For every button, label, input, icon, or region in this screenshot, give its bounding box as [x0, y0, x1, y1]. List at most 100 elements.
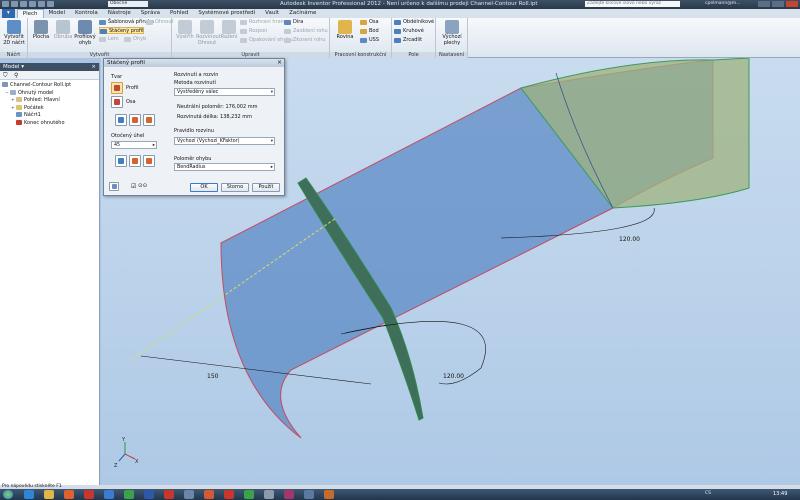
minimize-button[interactable] — [758, 1, 770, 7]
side-right-button[interactable] — [129, 114, 141, 126]
tab-systemove-prostredi[interactable]: Systémové prostředí — [193, 9, 260, 18]
app-icon[interactable] — [204, 490, 214, 499]
word-icon[interactable] — [144, 490, 154, 499]
help-search-input[interactable]: Zadejte klíčové slovo nebo výraz — [585, 1, 680, 7]
material-combo[interactable]: Obecné — [108, 1, 148, 7]
apply-button[interactable]: Použít — [252, 183, 280, 192]
model-browser: Model ▾ × ⛉ ⚲ Channel-Contour Roll.ipt −… — [0, 63, 100, 485]
chrome-icon[interactable] — [84, 490, 94, 499]
tree-item-part[interactable]: Channel-Contour Roll.ipt — [2, 82, 99, 90]
maximize-button[interactable] — [772, 1, 784, 7]
dimension-120-top[interactable]: 120.00 — [619, 236, 640, 243]
bend-button[interactable]: Ohyb — [124, 36, 146, 43]
cut-icon — [178, 20, 192, 34]
preview-checkbox[interactable]: ☑ — [131, 183, 136, 190]
plocha-button[interactable]: Plocha — [30, 20, 52, 41]
open-icon[interactable] — [20, 1, 27, 7]
rotation-angle-input[interactable]: 45 ▸ — [111, 141, 157, 149]
angle-dropdown-icon[interactable]: ▸ — [153, 142, 155, 149]
app-icon[interactable] — [124, 490, 134, 499]
profilovy-ohyb-button[interactable]: Profilový ohyb — [74, 20, 96, 46]
new-icon[interactable] — [11, 1, 18, 7]
app-icon[interactable] — [104, 490, 114, 499]
hole-button[interactable]: Díra — [284, 19, 303, 26]
bend-radius-input[interactable]: BendRadius ▸ — [174, 163, 275, 171]
explorer-icon[interactable] — [44, 490, 54, 499]
file-menu-button[interactable]: ▾ — [2, 9, 15, 18]
unfold-rule-select[interactable]: Výchozí (Výchozí_KFaktor) ▾ — [174, 137, 275, 145]
corner-chamfer-button[interactable]: Zkosení rohu — [284, 37, 325, 44]
app-icon[interactable] — [184, 490, 194, 499]
ucs-button[interactable]: USS — [360, 37, 379, 44]
help-button[interactable] — [109, 182, 119, 191]
app-icon[interactable] — [264, 490, 274, 499]
excel-icon[interactable] — [244, 490, 254, 499]
tree-item-view[interactable]: + Pohled: Hlavní — [2, 97, 99, 105]
dialog-close-icon[interactable]: × — [277, 59, 282, 67]
ok-button[interactable]: OK — [190, 183, 218, 192]
direction-1-button[interactable] — [115, 155, 127, 167]
tree-item-end-of-folded[interactable]: Konec ohnutého — [2, 119, 99, 128]
mirror-button[interactable]: Zrcadlit — [394, 37, 422, 44]
unfold-refold-button[interactable]: Rozvinout Ohnout — [196, 20, 221, 46]
obruba-button[interactable]: Obruba — [52, 20, 74, 41]
clock[interactable]: 13:49 — [773, 491, 787, 497]
dimension-150[interactable]: 150 — [207, 373, 219, 380]
ie-icon[interactable] — [24, 490, 34, 499]
rip-button[interactable]: Rozpon — [240, 28, 267, 35]
direction-symmetric-button[interactable] — [143, 155, 155, 167]
save-icon[interactable] — [29, 1, 36, 7]
unroll-method-select[interactable]: Vystředěný válec ▾ — [174, 88, 275, 96]
tab-kontrola[interactable]: Kontrola — [70, 9, 103, 18]
filter-icon[interactable]: ⛉ — [3, 72, 8, 80]
tab-nastroje[interactable]: Nástroje — [103, 9, 136, 18]
direction-2-button[interactable] — [129, 155, 141, 167]
contour-roll-button[interactable]: Stáčený profil — [99, 27, 145, 34]
tab-vault[interactable]: Vault — [260, 9, 284, 18]
tab-plech[interactable]: Plech — [16, 9, 44, 18]
browser-close-icon[interactable]: × — [91, 63, 96, 71]
app-icon[interactable] — [304, 490, 314, 499]
media-icon[interactable] — [64, 490, 74, 499]
axis-select-button[interactable] — [111, 96, 123, 108]
cut-button[interactable]: Výstřih — [174, 20, 196, 41]
tree-item-folded-model[interactable]: − Ohnutý model — [2, 89, 99, 98]
tab-sprava[interactable]: Správa — [136, 9, 165, 18]
inventor-icon[interactable] — [324, 490, 334, 499]
axis-button[interactable]: Osa — [360, 19, 379, 26]
corner-round-button[interactable]: Zaoblení rohu — [284, 28, 328, 35]
tab-pohled[interactable]: Pohled — [165, 9, 193, 18]
dialog-title-bar[interactable]: Stáčený profil × — [104, 59, 284, 67]
powerpoint-icon[interactable] — [284, 490, 294, 499]
find-icon[interactable]: ⚲ — [14, 72, 18, 79]
fold-button[interactable]: Ohnout — [146, 19, 173, 26]
punch-button[interactable]: Ražení — [218, 20, 240, 41]
plane-button[interactable]: Rovina — [334, 20, 356, 41]
tree-item-origin[interactable]: + Počátek — [2, 104, 99, 113]
side-left-button[interactable] — [115, 114, 127, 126]
tree-item-sketch1[interactable]: Náčrt1 — [2, 112, 99, 120]
bend-radius-dropdown-icon[interactable]: ▸ — [271, 164, 273, 171]
create-sketch-button[interactable]: Vytvořit 2D náčrt — [3, 20, 25, 46]
cancel-button[interactable]: Storno — [221, 183, 249, 192]
user-account[interactable]: cpelmann@m... — [705, 1, 740, 6]
rectangular-pattern-button[interactable]: Obdélníkové — [394, 19, 434, 26]
dimension-120-bottom[interactable]: 120.00 — [443, 373, 464, 380]
start-button-icon[interactable] — [3, 490, 13, 499]
side-both-button[interactable] — [143, 114, 155, 126]
point-button[interactable]: Bod — [360, 28, 379, 35]
app-menu-icon[interactable] — [2, 1, 9, 7]
system-tray[interactable]: CS — [705, 491, 711, 496]
acrobat-icon[interactable] — [164, 490, 174, 499]
redo-icon[interactable] — [47, 1, 54, 7]
profile-select-button[interactable] — [111, 82, 123, 94]
tab-model[interactable]: Model — [44, 9, 71, 18]
undo-icon[interactable] — [38, 1, 45, 7]
tab-zaciname[interactable]: Začínáme — [284, 9, 321, 18]
hem-button[interactable]: Lem — [99, 36, 119, 43]
corner-seam-button[interactable]: Rozhraní hrany — [240, 19, 287, 26]
circular-pattern-button[interactable]: Kruhové — [394, 28, 424, 35]
close-button[interactable] — [786, 1, 798, 7]
app-icon[interactable] — [224, 490, 234, 499]
sheet-metal-defaults-button[interactable]: Výchozí plechy — [441, 20, 463, 46]
